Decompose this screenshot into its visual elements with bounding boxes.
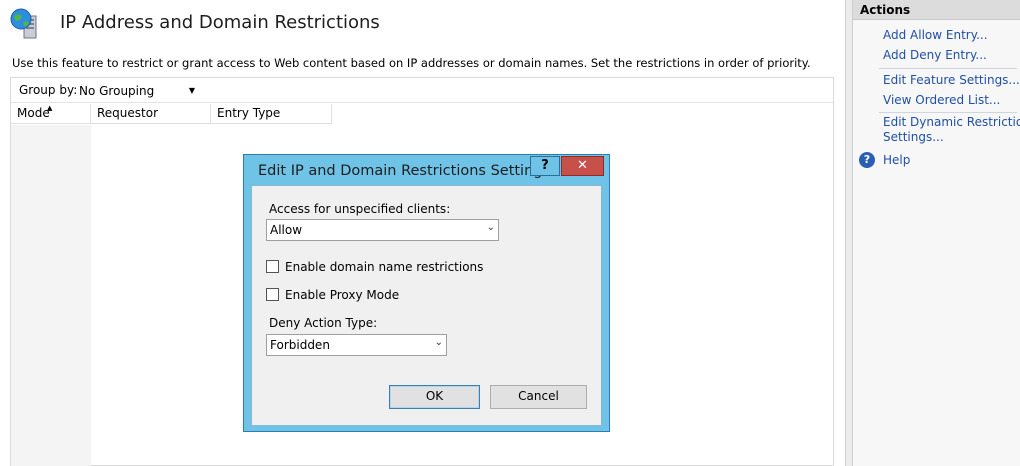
group-by-value: No Grouping	[79, 84, 155, 98]
close-button[interactable]: ✕	[561, 156, 604, 176]
access-value: Allow	[270, 223, 303, 237]
domain-restrictions-label[interactable]: Enable domain name restrictions	[285, 260, 483, 274]
pane-splitter[interactable]	[845, 0, 853, 466]
edit-restrictions-dialog: Edit IP and Domain Restrictions Settings…	[243, 154, 610, 432]
help-button[interactable]: ?	[530, 156, 560, 176]
help-icon[interactable]: ?	[859, 152, 875, 168]
actions-header: Actions	[853, 0, 1020, 20]
deny-action-label: Deny Action Type:	[269, 316, 378, 330]
deny-action-dropdown[interactable]: Forbidden ⌄	[266, 334, 447, 356]
cancel-button[interactable]: Cancel	[490, 385, 587, 409]
view-ordered-list-link[interactable]: View Ordered List...	[883, 93, 1000, 108]
dialog-body: Access for unspecified clients: Allow ⌄ …	[251, 185, 602, 426]
globe-server-icon	[10, 8, 37, 39]
access-label: Access for unspecified clients:	[269, 202, 451, 216]
sorted-column-highlight	[11, 125, 91, 466]
page-title: IP Address and Domain Restrictions	[60, 12, 380, 33]
sort-ascending-icon: ▲	[47, 104, 53, 112]
deny-action-value: Forbidden	[270, 338, 330, 352]
actions-pane: Actions Add Allow Entry... Add Deny Entr…	[853, 0, 1020, 466]
group-by-label: Group by:	[19, 83, 78, 97]
dialog-title: Edit IP and Domain Restrictions Settings	[258, 163, 551, 179]
group-by-bar: Group by: No Grouping ▼	[11, 78, 833, 103]
proxy-mode-label[interactable]: Enable Proxy Mode	[285, 288, 399, 302]
column-header-requestor[interactable]: Requestor	[91, 104, 211, 124]
add-allow-entry-link[interactable]: Add Allow Entry...	[883, 28, 988, 43]
ok-button[interactable]: OK	[389, 385, 480, 409]
chevron-down-icon: ⌄	[486, 222, 495, 233]
actions-separator	[879, 112, 1017, 113]
dropdown-arrow-icon: ▼	[188, 86, 195, 95]
group-by-dropdown[interactable]: No Grouping ▼	[77, 82, 195, 100]
close-icon: ✕	[577, 158, 588, 173]
edit-feature-settings-link[interactable]: Edit Feature Settings...	[883, 73, 1020, 88]
actions-separator	[879, 68, 1017, 69]
domain-restrictions-checkbox[interactable]	[266, 260, 279, 273]
chevron-down-icon: ⌄	[434, 337, 443, 348]
proxy-mode-checkbox[interactable]	[266, 288, 279, 301]
edit-dynamic-restriction-link[interactable]: Edit Dynamic Restriction Settings...	[883, 115, 1020, 145]
help-link[interactable]: Help	[883, 153, 910, 168]
access-dropdown[interactable]: Allow ⌄	[266, 219, 499, 241]
column-header-entry-type[interactable]: Entry Type	[211, 104, 332, 124]
page-description: Use this feature to restrict or grant ac…	[12, 56, 811, 70]
add-deny-entry-link[interactable]: Add Deny Entry...	[883, 48, 987, 63]
column-header-mode[interactable]: Mode ▲	[11, 104, 91, 124]
